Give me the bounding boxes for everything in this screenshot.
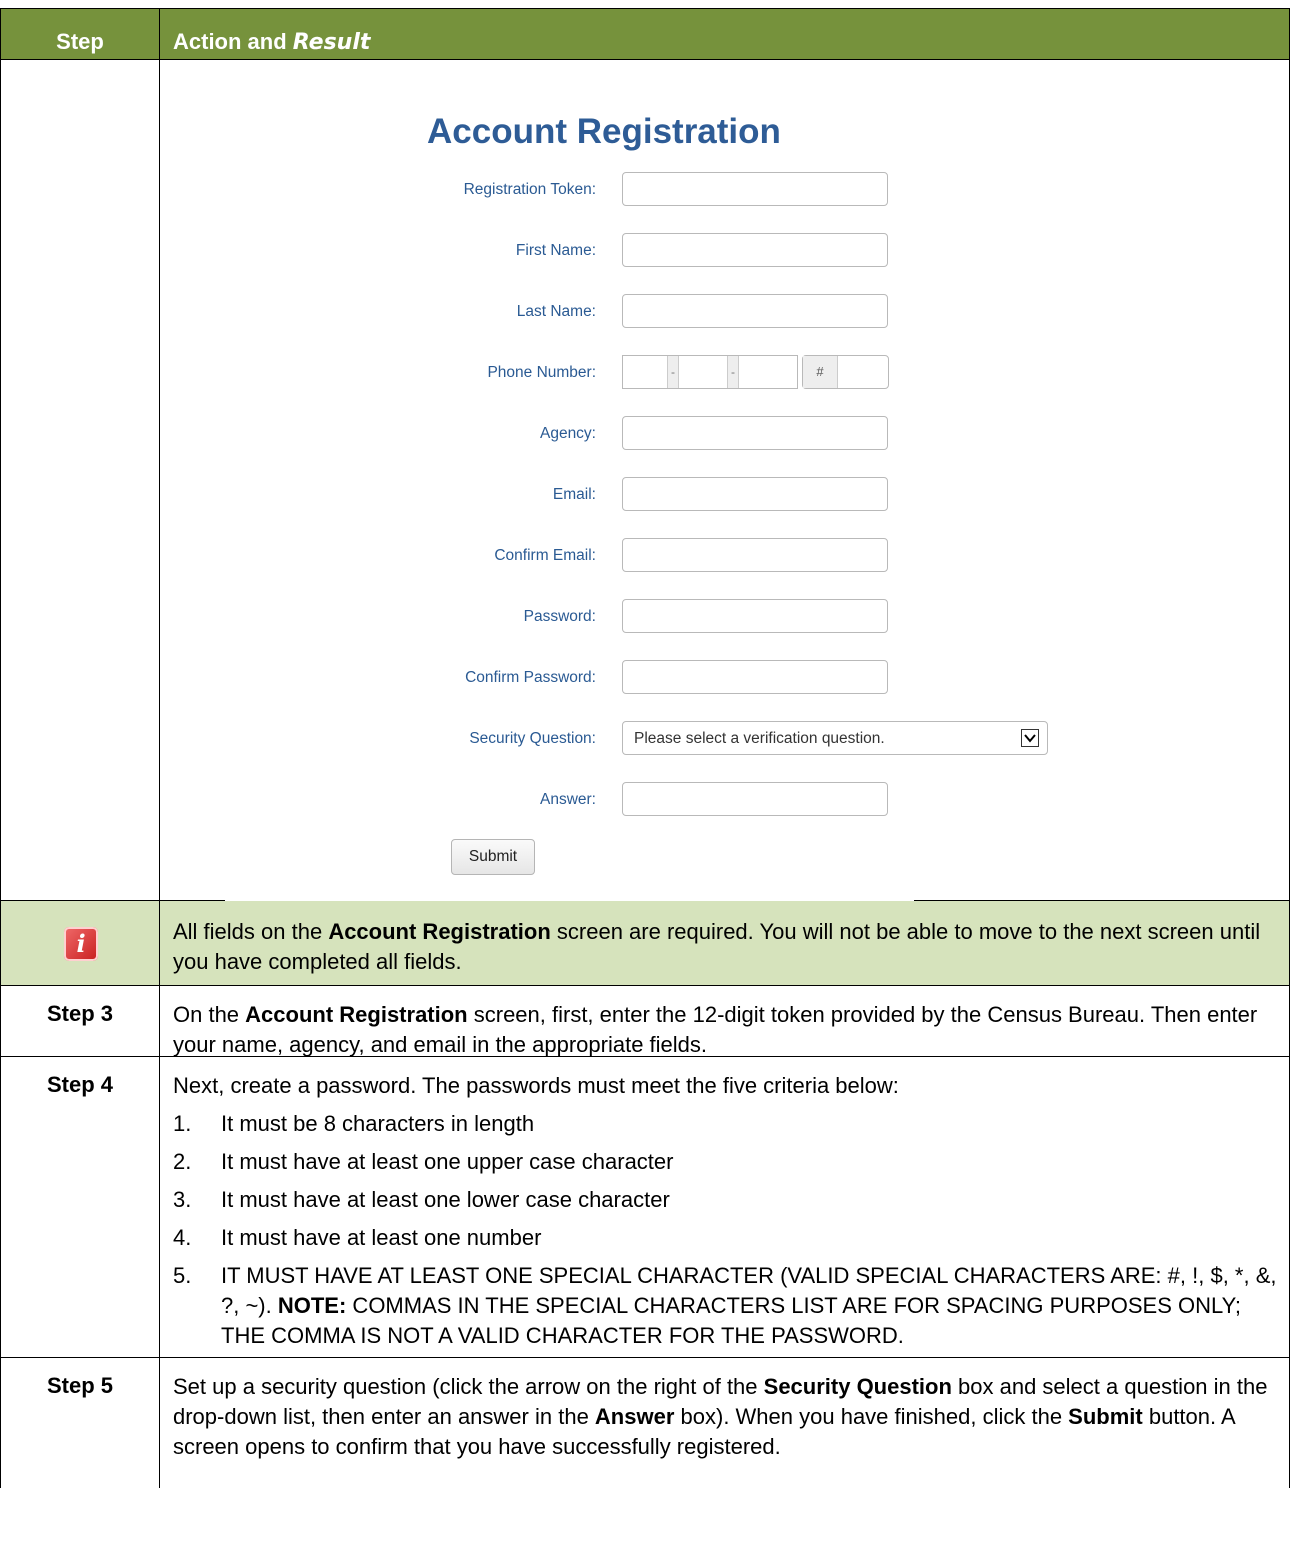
extension-hash-label: # — [803, 356, 838, 388]
step3-text-1: On the — [173, 1002, 246, 1027]
list-number: 5. — [173, 1263, 192, 1288]
label-confirm-email: Confirm Email: — [494, 547, 596, 564]
step-4-content: Next, create a password. The passwords m… — [160, 1057, 1290, 1357]
label-password: Password: — [523, 608, 596, 625]
confirm-email-input[interactable] — [622, 538, 888, 572]
step-4-intro: Next, create a password. The passwords m… — [173, 1073, 899, 1098]
confirm-password-input[interactable] — [622, 660, 888, 694]
password-input[interactable] — [622, 599, 888, 633]
label-first-name: First Name: — [515, 242, 596, 259]
answer-input[interactable] — [622, 782, 888, 816]
note-icon-cell: i — [0, 901, 160, 985]
security-question-placeholder: Please select a verification question. — [634, 730, 885, 747]
header-action: Action and Result — [160, 9, 1290, 59]
step5-bold-1: Security Question — [763, 1374, 952, 1399]
step5-bold-2: Answer — [594, 1404, 675, 1429]
step-3-text: On the Account Registration screen, firs… — [160, 986, 1290, 1057]
item5-note-bold: NOTE: — [277, 1293, 347, 1318]
label-phone-number: Phone Number: — [487, 364, 596, 381]
empty-step-cell — [0, 60, 160, 900]
info-note-text: All fields on the Account Registration s… — [160, 901, 1290, 985]
password-criteria-list: 1. It must be 8 characters in length 2. It… — [173, 1109, 1279, 1351]
step3-bold-1: Account Registration — [245, 1002, 468, 1027]
phone-separator-2: - — [727, 356, 739, 388]
step5-text-1: Set up a security question (click the ar… — [173, 1374, 764, 1399]
last-name-input[interactable] — [622, 294, 888, 328]
first-name-input[interactable] — [622, 233, 888, 267]
header-step: Step — [0, 9, 160, 59]
list-text: It must have at least one lower case cha… — [221, 1187, 670, 1212]
info-icon: i — [64, 927, 98, 961]
step5-text-3: box). When you have finished, click the — [674, 1404, 1069, 1429]
list-number: 3. — [173, 1187, 192, 1212]
label-confirm-password: Confirm Password: — [465, 669, 596, 686]
submit-button[interactable]: Submit — [451, 839, 535, 875]
list-item: 1. It must be 8 characters in length — [173, 1109, 1279, 1139]
list-number: 4. — [173, 1225, 192, 1250]
list-item: 5. IT MUST HAVE AT LEAST ONE SPECIAL CHAR… — [173, 1261, 1279, 1351]
phone-prefix-input[interactable] — [679, 355, 727, 389]
list-item: 2. It must have at least one upper case c… — [173, 1147, 1279, 1177]
list-text: IT MUST HAVE AT LEAST ONE SPECIAL CHARAC… — [221, 1261, 1279, 1351]
registration-token-input[interactable] — [622, 172, 888, 206]
list-text: It must have at least one upper case cha… — [221, 1149, 674, 1174]
list-text: It must have at least one number — [221, 1225, 542, 1250]
step5-bold-3: Submit — [1068, 1404, 1143, 1429]
label-answer: Answer: — [540, 791, 596, 808]
step-4-label: Step 4 — [0, 1057, 160, 1357]
note-text-1: All fields on the — [173, 919, 329, 944]
phone-line-input[interactable] — [739, 355, 797, 389]
label-last-name: Last Name: — [516, 303, 596, 320]
table-header: Step Action and Result — [0, 8, 1290, 60]
step-3-row: Step 3 On the Account Registration scree… — [0, 986, 1290, 1057]
list-number: 2. — [173, 1149, 192, 1174]
agency-input[interactable] — [622, 416, 888, 450]
label-security-question: Security Question: — [469, 730, 596, 747]
account-registration-form: Account Registration Registration Token:… — [160, 60, 1289, 900]
step-5-text: Set up a security question (click the ar… — [160, 1358, 1290, 1488]
note-bold-1: Account Registration — [328, 919, 551, 944]
phone-area-input[interactable] — [622, 355, 667, 389]
phone-separator-1: - — [667, 356, 679, 388]
step-4-row: Step 4 Next, create a password. The pass… — [0, 1057, 1290, 1358]
list-item: 4. It must have at least one number — [173, 1223, 1279, 1253]
label-agency: Agency: — [539, 425, 596, 442]
step-5-label: Step 5 — [0, 1358, 160, 1488]
security-question-select[interactable]: Please select a verification question. — [622, 721, 1048, 755]
form-cell: Account Registration Registration Token:… — [160, 60, 1290, 901]
item5-text-2: COMMAS IN THE SPECIAL CHARACTERS LIST AR… — [221, 1293, 1241, 1348]
step-3-label: Step 3 — [0, 986, 160, 1056]
label-email: Email: — [552, 486, 596, 503]
list-number: 1. — [173, 1111, 192, 1136]
instruction-table: Step Action and Result Account Registrat… — [0, 8, 1290, 1488]
phone-extension-input[interactable]: # — [802, 355, 889, 389]
email-input[interactable] — [622, 477, 888, 511]
label-registration-token: Registration Token: — [463, 181, 596, 198]
form-screenshot-row: Account Registration Registration Token:… — [0, 60, 1290, 901]
list-item: 3. It must have at least one lower case c… — [173, 1185, 1279, 1215]
step-5-row: Step 5 Set up a security question (click… — [0, 1358, 1290, 1488]
chevron-down-icon[interactable] — [1021, 729, 1039, 747]
header-action-text: Action and — [173, 29, 287, 54]
form-title: Account Registration — [427, 112, 781, 151]
list-text: It must be 8 characters in length — [221, 1111, 535, 1136]
header-result-text: Result — [292, 30, 371, 55]
info-note-row: i All fields on the Account Registration… — [0, 901, 1290, 986]
